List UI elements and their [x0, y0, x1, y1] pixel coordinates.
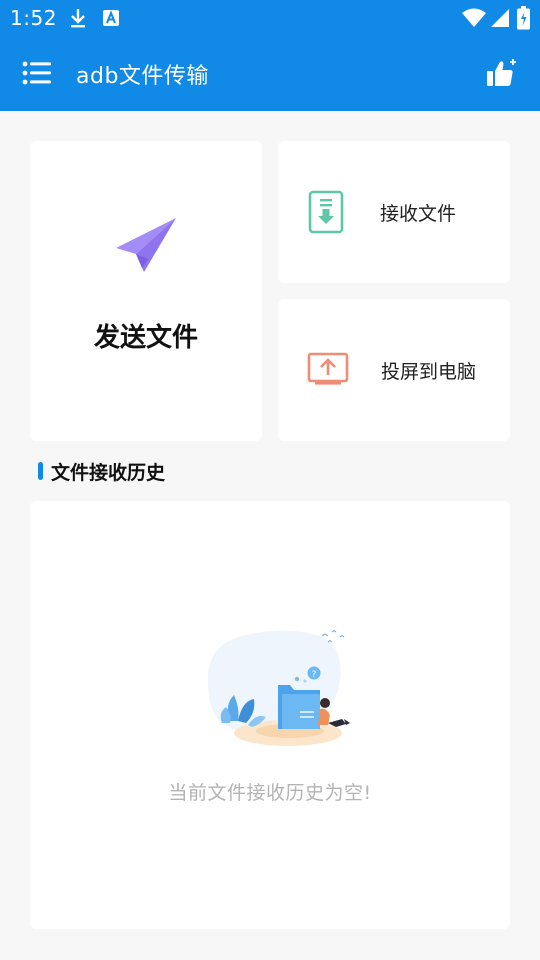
menu-icon[interactable]	[22, 60, 52, 86]
empty-history-message: 当前文件接收历史为空!	[168, 782, 372, 804]
paper-plane-icon	[116, 218, 176, 272]
thumbs-up-icon[interactable]	[486, 58, 518, 88]
upload-screen-icon	[307, 352, 349, 385]
app-title: adb文件传输	[76, 64, 209, 89]
section-accent-bar	[38, 462, 43, 480]
status-time: 1:52	[10, 6, 57, 30]
empty-folder-illustration: ?	[207, 629, 350, 746]
status-bar: 1:52	[0, 0, 540, 36]
send-file-label: 发送文件	[93, 323, 198, 353]
download-icon	[71, 9, 85, 28]
receive-file-card[interactable]: 接收文件	[278, 141, 510, 283]
svg-text:?: ?	[312, 670, 317, 680]
project-to-pc-card[interactable]: 投屏到电脑	[278, 299, 510, 441]
project-to-pc-label: 投屏到电脑	[381, 361, 477, 383]
app-bar: adb文件传输	[0, 36, 540, 111]
history-section-title: 文件接收历史	[51, 462, 166, 484]
receive-file-label: 接收文件	[380, 203, 457, 225]
send-file-card[interactable]: 发送文件	[30, 141, 262, 441]
battery-icon	[517, 6, 530, 30]
history-list: ? 当前文件接收历史为空!	[30, 501, 510, 929]
signal-icon	[491, 9, 509, 27]
download-file-icon	[308, 190, 344, 234]
a-text-icon	[103, 10, 119, 26]
wifi-icon	[462, 8, 486, 27]
